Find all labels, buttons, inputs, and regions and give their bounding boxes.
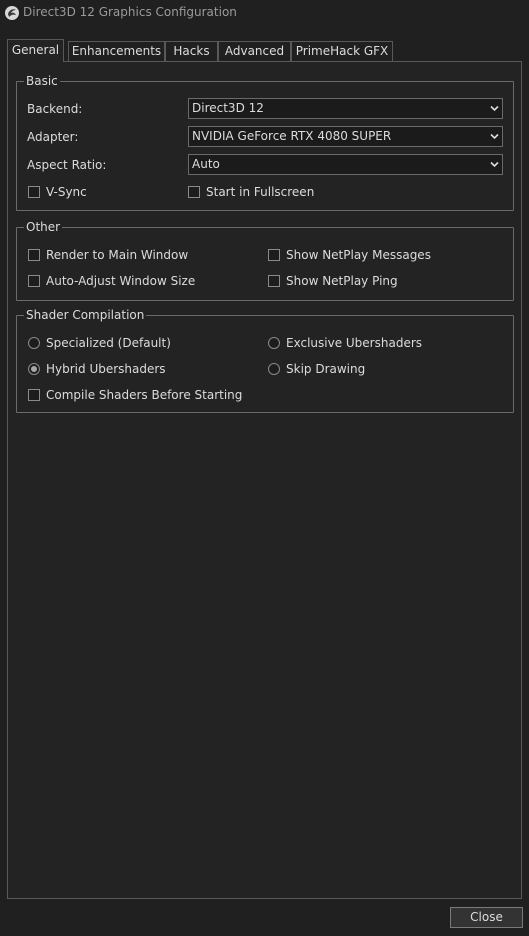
netplay-messages-label[interactable]: Show NetPlay Messages (286, 248, 431, 262)
window-title: Direct3D 12 Graphics Configuration (23, 5, 237, 19)
tab-hacks[interactable]: Hacks (165, 41, 218, 62)
netplay-ping-checkbox[interactable] (268, 275, 280, 287)
start-fullscreen-checkbox[interactable] (188, 186, 200, 198)
tab-advanced[interactable]: Advanced (218, 41, 291, 62)
vsync-label[interactable]: V-Sync (46, 185, 87, 199)
aspect-ratio-label: Aspect Ratio: (27, 158, 107, 172)
shader-compilation-legend: Shader Compilation (24, 308, 147, 322)
chevron-down-icon (490, 105, 499, 112)
general-tab-panel: Basic Backend: Direct3D 12 Adapter: NVID… (7, 61, 522, 899)
render-main-window-checkbox[interactable] (28, 249, 40, 261)
render-main-window-label[interactable]: Render to Main Window (46, 248, 188, 262)
start-fullscreen-label[interactable]: Start in Fullscreen (206, 185, 314, 199)
backend-select[interactable]: Direct3D 12 (188, 98, 503, 119)
aspect-ratio-value: Auto (192, 157, 220, 171)
skip-drawing-radio[interactable] (268, 363, 280, 375)
compile-before-starting-checkbox[interactable] (28, 389, 40, 401)
specialized-label[interactable]: Specialized (Default) (46, 336, 171, 350)
close-button[interactable]: Close (450, 907, 523, 928)
tab-general[interactable]: General (7, 39, 64, 62)
tab-primehack-gfx[interactable]: PrimeHack GFX (291, 41, 393, 62)
backend-label: Backend: (27, 102, 83, 116)
specialized-radio[interactable] (28, 337, 40, 349)
tab-enhancements[interactable]: Enhancements (68, 41, 165, 62)
skip-drawing-label[interactable]: Skip Drawing (286, 362, 365, 376)
auto-adjust-window-checkbox[interactable] (28, 275, 40, 287)
auto-adjust-window-label[interactable]: Auto-Adjust Window Size (46, 274, 195, 288)
other-group: Other Render to Main Window Show NetPlay… (16, 220, 514, 301)
netplay-messages-checkbox[interactable] (268, 249, 280, 261)
other-legend: Other (24, 220, 63, 234)
exclusive-ubershaders-label[interactable]: Exclusive Ubershaders (286, 336, 422, 350)
aspect-ratio-select[interactable]: Auto (188, 154, 503, 175)
netplay-ping-label[interactable]: Show NetPlay Ping (286, 274, 398, 288)
dolphin-app-icon (5, 6, 19, 20)
hybrid-ubershaders-label[interactable]: Hybrid Ubershaders (46, 362, 166, 376)
adapter-select[interactable]: NVIDIA GeForce RTX 4080 SUPER (188, 126, 503, 147)
chevron-down-icon (490, 161, 499, 168)
exclusive-ubershaders-radio[interactable] (268, 337, 280, 349)
backend-value: Direct3D 12 (192, 101, 264, 115)
compile-before-starting-label[interactable]: Compile Shaders Before Starting (46, 388, 242, 402)
hybrid-ubershaders-radio[interactable] (28, 363, 40, 375)
vsync-checkbox[interactable] (28, 186, 40, 198)
basic-group: Basic Backend: Direct3D 12 Adapter: NVID… (16, 74, 514, 211)
basic-legend: Basic (24, 74, 60, 88)
title-bar[interactable]: Direct3D 12 Graphics Configuration (0, 0, 529, 26)
adapter-value: NVIDIA GeForce RTX 4080 SUPER (192, 129, 392, 143)
chevron-down-icon (490, 133, 499, 140)
adapter-label: Adapter: (27, 130, 79, 144)
shader-compilation-group: Shader Compilation Specialized (Default)… (16, 308, 514, 413)
